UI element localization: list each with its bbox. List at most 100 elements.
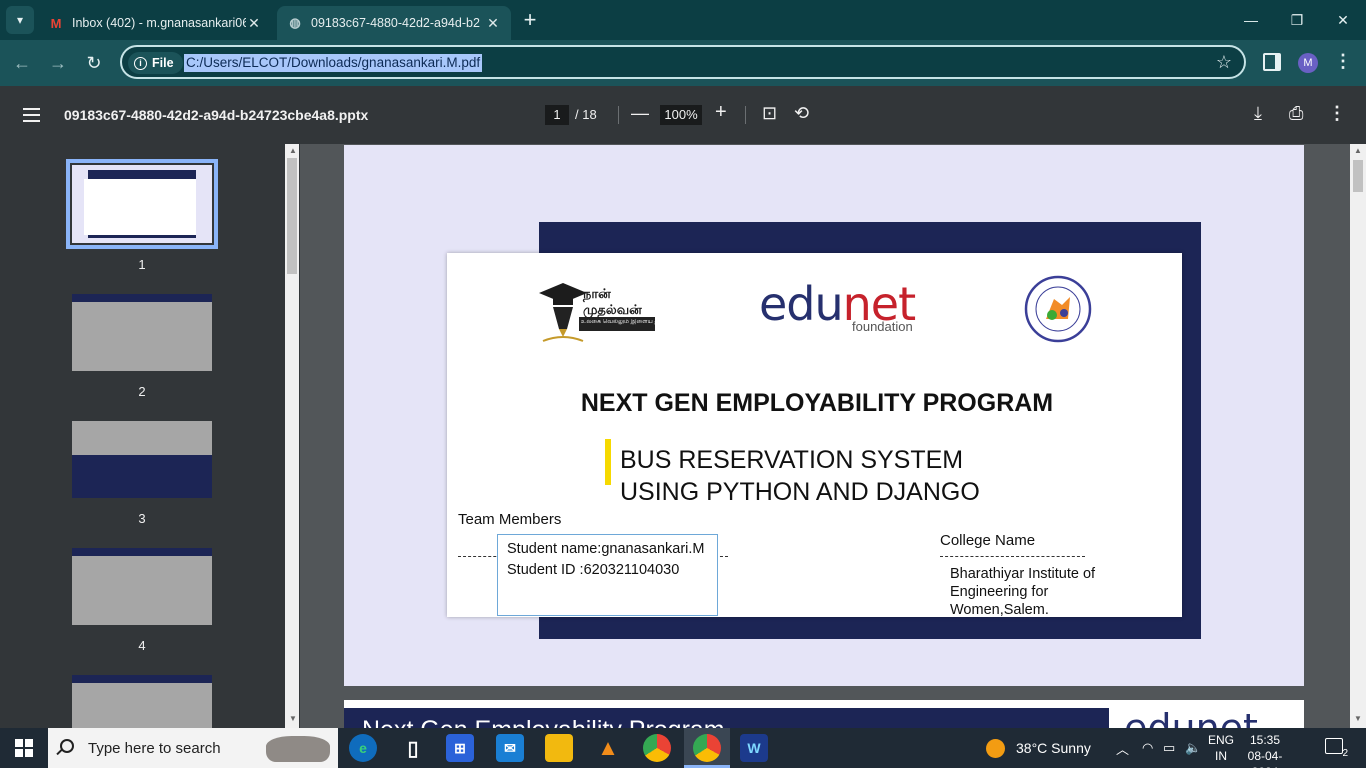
address-bar[interactable]: i File C:/Users/ELCOT/Downloads/gnanasan… [120,45,1246,79]
tnsdc-seal-logo [1024,275,1092,343]
close-window-button[interactable]: ✕ [1320,0,1366,40]
reload-button[interactable]: ↻ [80,49,108,77]
thumbnail-page-1[interactable] [66,159,218,249]
close-icon[interactable]: ✕ [246,15,262,32]
dashed-divider [940,556,1085,557]
tab-search-button[interactable]: ▾ [6,6,34,34]
scroll-down-arrow[interactable]: ▼ [1350,714,1366,723]
minimize-button[interactable]: — [1228,0,1274,40]
gmail-icon: M [50,15,62,31]
back-button[interactable]: ← [8,49,36,77]
site-info-label: File [152,56,174,70]
download-icon[interactable]: ⤓ [1254,103,1262,124]
chrome-profile-icon [693,734,721,762]
seal-icon [1024,275,1092,343]
college-name-label: College Name [940,532,1036,549]
thumb-card [84,179,196,235]
student-id: Student ID :620321104030 [507,562,680,578]
network-icon[interactable]: ◠ [1142,728,1153,768]
college-line: Women,Salem. [950,602,1049,618]
page-total: / 18 [575,107,597,122]
thumbnail-page-2[interactable] [72,294,212,371]
tray-chevron-icon[interactable]: ︿ [1116,728,1129,768]
language-indicator[interactable]: ENG IN [1208,732,1234,764]
more-options-icon[interactable]: ⋮ [1328,103,1346,124]
file-icon[interactable]: ▯ [399,734,427,762]
slide2-edunet-logo: edunet [1124,706,1258,728]
thumb-header [72,421,212,455]
bookmark-star-icon[interactable]: ☆ [1216,52,1232,73]
windows-taskbar: Type here to search e ▯ ⊞ ✉ ▲ W 38°C Sun… [0,728,1366,768]
hippo-illustration [266,736,330,762]
edge-icon[interactable]: e [349,734,377,762]
thumbnail-sidebar: 1 2 3 4 ▲ ▼ [0,144,300,728]
new-tab-button[interactable]: + [517,8,543,34]
zoom-out-icon[interactable]: — [631,103,649,124]
pdf-viewer[interactable]: நான் முதல்வன் உலகை வெல்லும் இளைய தமிழகம்… [300,144,1350,728]
logo-title: நான் முதல்வன் [583,286,642,317]
store-icon[interactable]: ⊞ [446,734,474,762]
viewer-scrollbar[interactable]: ▲ ▼ [1350,144,1366,728]
scrollbar-thumb[interactable] [1353,160,1363,192]
scroll-down-arrow[interactable]: ▼ [285,714,300,723]
windows-start-icon[interactable] [15,739,33,757]
search-placeholder: Type here to search [88,739,221,757]
browser-toolbar: ← → ↻ i File C:/Users/ELCOT/Downloads/gn… [0,40,1366,86]
thumbnail-page-4[interactable] [72,548,212,625]
menu-icon[interactable] [23,108,40,122]
tab-title: Inbox (402) - m.gnanasankari06 [72,16,246,30]
accent-bar [605,439,611,485]
close-icon[interactable]: ✕ [485,15,501,32]
thumb-header [72,294,212,302]
active-chrome-profile[interactable] [684,728,730,768]
thumbnail-page-5[interactable] [72,675,212,728]
battery-icon[interactable]: ▭ [1163,728,1175,768]
project-title: BUS RESERVATION SYSTEM USING PYTHON AND … [620,444,980,508]
taskbar-search[interactable]: Type here to search [48,728,338,768]
thumbnail-number: 4 [138,638,146,653]
divider [745,106,746,124]
webex-icon[interactable]: W [740,734,768,762]
url-text[interactable]: C:/Users/ELCOT/Downloads/gnanasankari.M.… [184,54,483,72]
project-title-line1: BUS RESERVATION SYSTEM [620,446,964,474]
page-number-input[interactable]: 1 [545,105,569,125]
thumb-header [72,548,212,556]
college-line: Bharathiyar Institute of [950,566,1096,582]
zoom-in-icon[interactable]: + [715,101,727,124]
program-heading: NEXT GEN EMPLOYABILITY PROGRAM [580,389,1054,417]
scroll-up-arrow[interactable]: ▲ [1350,146,1366,155]
fit-page-icon[interactable]: ⊡ [762,103,777,124]
globe-icon: ◍ [289,15,301,30]
thumbnail-page-3[interactable] [72,421,212,498]
chrome-icon[interactable] [643,734,671,762]
team-members-label: Team Members [458,511,562,528]
tab-gmail[interactable]: M Inbox (402) - m.gnanasankari06 ✕ [38,6,272,40]
volume-icon[interactable]: 🔈 [1185,728,1201,768]
tab-pdf[interactable]: ◍ 09183c67-4880-42d2-a94d-b2 ✕ [277,6,511,40]
zoom-input[interactable]: 100% [660,105,702,125]
rotate-icon[interactable]: ⟲ [794,103,809,124]
clock[interactable]: 15:35 08-04-2024 [1235,732,1295,768]
forward-button[interactable]: → [44,49,72,77]
notification-count: 2 [1342,748,1348,759]
folder-icon[interactable] [545,734,573,762]
scrollbar-thumb[interactable] [287,158,297,274]
browser-menu-icon[interactable]: ⋮ [1334,51,1352,72]
vlc-icon[interactable]: ▲ [594,734,622,762]
site-info-chip[interactable]: i File [128,52,183,74]
edunet-foundation: foundation [852,319,913,334]
scroll-up-arrow[interactable]: ▲ [285,146,300,155]
profile-avatar[interactable]: M [1298,53,1318,73]
tab-strip: ▾ M Inbox (402) - m.gnanasankari06 ✕ ◍ 0… [0,0,1366,40]
mail-icon[interactable]: ✉ [496,734,524,762]
logo-tagline: உலகை வெல்லும் இளைய தமிழகம் [581,319,655,325]
print-icon[interactable]: ⎙ [1289,103,1303,124]
side-panel-icon[interactable] [1263,53,1281,71]
thumbnail-scrollbar[interactable]: ▲ ▼ [285,144,299,728]
weather-text[interactable]: 38°C Sunny [1016,728,1091,768]
notification-icon[interactable]: 2 [1325,738,1348,759]
thumb-header [72,675,212,683]
thumbnail-number: 3 [138,511,146,526]
restore-button[interactable]: ❐ [1274,0,1320,40]
clock-time: 15:35 [1249,733,1281,747]
